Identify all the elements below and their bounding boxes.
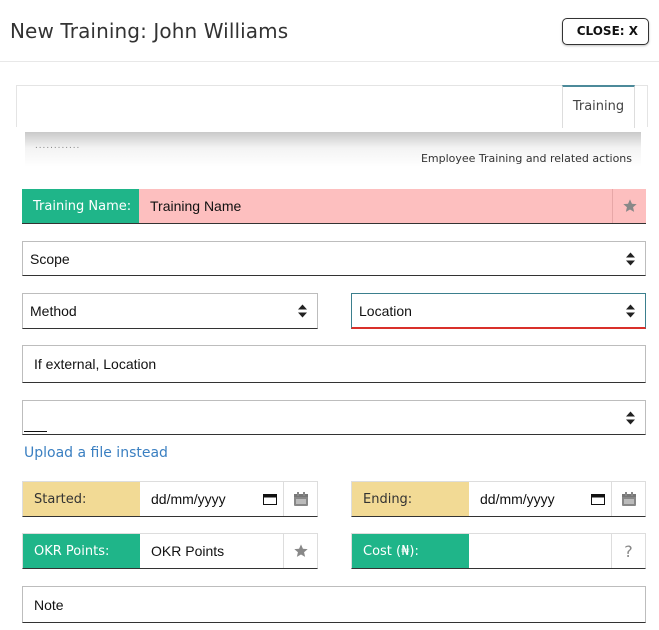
training-name-row: Training Name: Training Name xyxy=(22,189,646,224)
cost-row: Cost (₦): ? xyxy=(351,533,646,569)
ending-date-input[interactable]: dd/mm/yyyy xyxy=(469,482,611,516)
select-arrows-icon xyxy=(298,304,307,318)
external-location-input[interactable]: If external, Location xyxy=(22,345,646,383)
location-select[interactable]: Location xyxy=(351,293,646,329)
banner-dots: ............ xyxy=(35,140,81,151)
dialog-header: New Training: John Williams CLOSE: X xyxy=(0,0,659,62)
location-value: Location xyxy=(359,302,412,319)
section-banner: ............ Employee Training and relat… xyxy=(25,132,641,167)
select-arrows-icon xyxy=(626,411,635,424)
training-name-label: Training Name: xyxy=(22,189,139,223)
scope-select[interactable]: Scope xyxy=(22,241,646,276)
okr-points-row: OKR Points: OKR Points xyxy=(22,533,318,569)
started-date-value: dd/mm/yyyy xyxy=(151,491,226,507)
external-location-value: If external, Location xyxy=(34,356,157,372)
dialog-title: New Training: John Williams xyxy=(10,19,289,43)
calendar-icon xyxy=(611,482,645,516)
upload-file-link[interactable]: Upload a file instead xyxy=(24,445,168,461)
star-icon xyxy=(283,534,317,568)
file-select-cursor xyxy=(24,431,47,432)
started-row: Started: dd/mm/yyyy xyxy=(22,481,318,517)
ending-row: Ending: dd/mm/yyyy xyxy=(351,481,646,517)
note-value: Note xyxy=(34,596,64,613)
training-name-input[interactable]: Training Name xyxy=(139,189,612,223)
scope-value: Scope xyxy=(30,250,70,267)
question-icon: ? xyxy=(611,534,645,568)
calendar-icon xyxy=(283,482,317,516)
ending-date-value: dd/mm/yyyy xyxy=(480,491,555,507)
okr-points-label: OKR Points: xyxy=(23,534,140,568)
date-picker-icon[interactable] xyxy=(591,493,605,505)
okr-points-input[interactable]: OKR Points xyxy=(140,534,283,568)
close-button[interactable]: CLOSE: X xyxy=(562,18,649,45)
cost-label: Cost (₦): xyxy=(352,534,469,568)
tab-training[interactable]: Training xyxy=(562,85,635,128)
select-arrows-icon xyxy=(626,252,635,265)
tab-bar: Training xyxy=(16,85,648,128)
started-label: Started: xyxy=(23,482,140,516)
banner-description: Employee Training and related actions xyxy=(420,152,632,165)
file-select[interactable] xyxy=(22,400,646,435)
note-input[interactable]: Note xyxy=(22,586,646,623)
star-icon xyxy=(612,189,646,223)
ending-label: Ending: xyxy=(352,482,469,516)
method-select[interactable]: Method xyxy=(22,293,318,329)
date-picker-icon[interactable] xyxy=(263,493,277,505)
select-arrows-icon xyxy=(626,304,635,317)
started-date-input[interactable]: dd/mm/yyyy xyxy=(140,482,283,516)
method-value: Method xyxy=(30,303,77,319)
cost-input[interactable] xyxy=(469,534,611,568)
